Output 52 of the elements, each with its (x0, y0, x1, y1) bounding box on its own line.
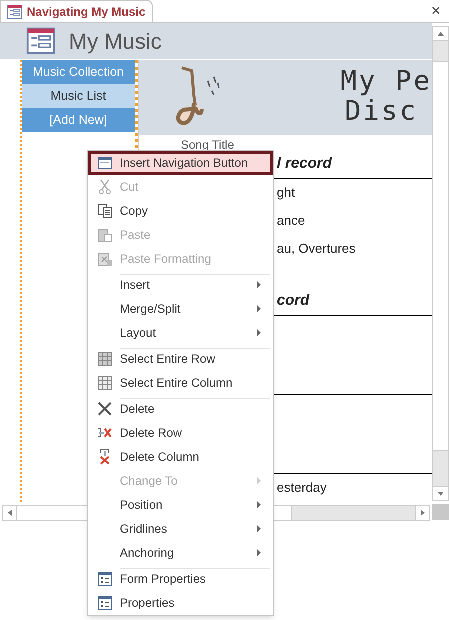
scissors-icon (96, 179, 112, 195)
record-text: esterday (277, 479, 327, 498)
record-text: au, Overtures (277, 240, 356, 258)
menu-item[interactable]: Merge/Split (88, 297, 273, 321)
section-heading: l record (277, 154, 332, 174)
submenu-arrow-icon (256, 549, 262, 557)
scroll-left-icon[interactable] (3, 506, 17, 520)
navigation-button[interactable]: Music List (22, 84, 135, 108)
submenu-arrow-icon (256, 477, 262, 485)
submenu-arrow-icon (256, 305, 262, 313)
menu-item[interactable]: Delete (88, 395, 273, 421)
menu-item[interactable]: Insert Navigation Button (88, 151, 273, 175)
scrollbar-corner (432, 504, 449, 520)
clipboard-icon (96, 227, 112, 243)
scroll-right-icon[interactable] (415, 506, 429, 520)
menu-item[interactable]: Delete Row (88, 421, 273, 445)
window-icon (96, 155, 112, 171)
submenu-arrow-icon (256, 525, 262, 533)
submenu-arrow-icon (256, 281, 262, 289)
close-button[interactable]: × (427, 2, 445, 22)
menu-item[interactable]: Delete Column (88, 445, 273, 469)
form-icon (7, 4, 23, 20)
delete-icon (96, 401, 112, 417)
menu-item[interactable]: Select Entire Column (88, 371, 273, 395)
menu-item[interactable]: Anchoring (88, 541, 273, 565)
record-text: ght (277, 184, 296, 202)
submenu-arrow-icon (256, 501, 262, 509)
submenu-arrow-icon (256, 329, 262, 337)
grid-icon (96, 375, 112, 391)
menu-item[interactable]: Select Entire Row (88, 345, 273, 371)
grid-icon (96, 351, 112, 367)
menu-item[interactable]: Layout (88, 321, 273, 345)
copy-icon (96, 203, 112, 219)
document-tab[interactable]: Navigating My Music (0, 0, 153, 22)
menu-item[interactable]: Position (88, 493, 273, 517)
scroll-thumb[interactable] (433, 61, 448, 451)
form-icon (25, 26, 57, 56)
banner-title: Disc (344, 97, 419, 128)
properties-icon (96, 595, 112, 611)
section-heading: cord (277, 290, 310, 310)
scroll-up-icon[interactable] (433, 27, 448, 41)
menu-item[interactable]: Gridlines (88, 517, 273, 541)
properties-icon (96, 571, 112, 587)
menu-item[interactable]: Insert (88, 271, 273, 297)
menu-item[interactable]: Copy (88, 199, 273, 223)
menu-item[interactable]: Form Properties (88, 565, 273, 591)
menu-item[interactable]: Properties (88, 591, 273, 615)
form-header: My Music (0, 23, 432, 60)
scroll-down-icon[interactable] (433, 486, 448, 500)
banner-title: My Pe (340, 67, 432, 98)
vertical-scrollbar[interactable] (432, 26, 449, 501)
record-text: ance (277, 212, 306, 230)
